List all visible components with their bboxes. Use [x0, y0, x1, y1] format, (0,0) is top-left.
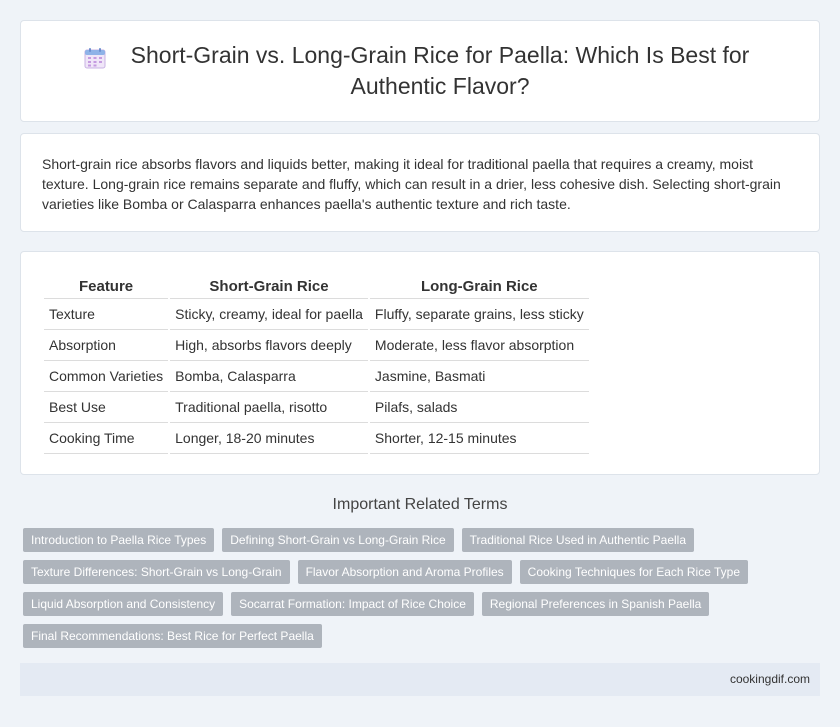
column-header-long-grain: Long-Grain Rice	[369, 275, 589, 299]
table-cell: Traditional paella, risotto	[170, 392, 368, 423]
table-cell: Cooking Time	[44, 423, 169, 454]
table-cell: Common Varieties	[44, 361, 169, 392]
table-row: Best Use Traditional paella, risotto Pil…	[44, 392, 589, 423]
related-term-tag[interactable]: Liquid Absorption and Consistency	[23, 592, 224, 616]
related-term-tag[interactable]: Flavor Absorption and Aroma Profiles	[297, 560, 512, 584]
related-term-tag[interactable]: Traditional Rice Used in Authentic Paell…	[461, 528, 694, 552]
table-header-row: Feature Short-Grain Rice Long-Grain Rice	[44, 275, 589, 299]
related-term-tag[interactable]: Regional Preferences in Spanish Paella	[481, 592, 710, 616]
comparison-table: Feature Short-Grain Rice Long-Grain Rice…	[42, 275, 591, 454]
table-cell: Moderate, less flavor absorption	[369, 330, 589, 361]
table-cell: Jasmine, Basmati	[369, 361, 589, 392]
related-term-tag[interactable]: Texture Differences: Short-Grain vs Long…	[23, 560, 290, 584]
related-terms-list: Introduction to Paella Rice Types Defini…	[23, 528, 823, 656]
intro-card: Short-grain rice absorbs flavors and liq…	[20, 133, 820, 232]
related-term-tag[interactable]: Final Recommendations: Best Rice for Per…	[23, 624, 322, 648]
column-header-feature: Feature	[44, 275, 169, 299]
table-row: Cooking Time Longer, 18-20 minutes Short…	[44, 423, 589, 454]
related-term-tag[interactable]: Introduction to Paella Rice Types	[23, 528, 215, 552]
table-cell: Best Use	[44, 392, 169, 423]
footer-site-link[interactable]: cookingdif.com	[730, 672, 810, 686]
table-cell: Shorter, 12-15 minutes	[369, 423, 589, 454]
table-cell: Sticky, creamy, ideal for paella	[170, 299, 368, 330]
table-row: Texture Sticky, creamy, ideal for paella…	[44, 299, 589, 330]
table-row: Absorption High, absorbs flavors deeply …	[44, 330, 589, 361]
table-cell: Absorption	[44, 330, 169, 361]
table-cell: Fluffy, separate grains, less sticky	[369, 299, 589, 330]
related-term-tag[interactable]: Socarrat Formation: Impact of Rice Choic…	[231, 592, 474, 616]
intro-paragraph: Short-grain rice absorbs flavors and liq…	[42, 156, 781, 212]
related-terms-heading: Important Related Terms	[332, 496, 508, 513]
table-cell: High, absorbs flavors deeply	[170, 330, 368, 361]
related-term-tag[interactable]: Cooking Techniques for Each Rice Type	[519, 560, 749, 584]
table-row: Common Varieties Bomba, Calasparra Jasmi…	[44, 361, 589, 392]
comparison-card: Feature Short-Grain Rice Long-Grain Rice…	[20, 251, 820, 475]
table-cell: Texture	[44, 299, 169, 330]
related-term-tag[interactable]: Defining Short-Grain vs Long-Grain Rice	[222, 528, 454, 552]
table-cell: Pilafs, salads	[369, 392, 589, 423]
table-cell: Longer, 18-20 minutes	[170, 423, 368, 454]
page-title: Short-Grain vs. Long-Grain Rice for Pael…	[130, 42, 750, 99]
column-header-short-grain: Short-Grain Rice	[170, 275, 368, 299]
table-cell: Bomba, Calasparra	[170, 361, 368, 392]
header-card: Short-Grain vs. Long-Grain Rice for Pael…	[20, 20, 820, 122]
footer: cookingdif.com	[20, 663, 820, 696]
